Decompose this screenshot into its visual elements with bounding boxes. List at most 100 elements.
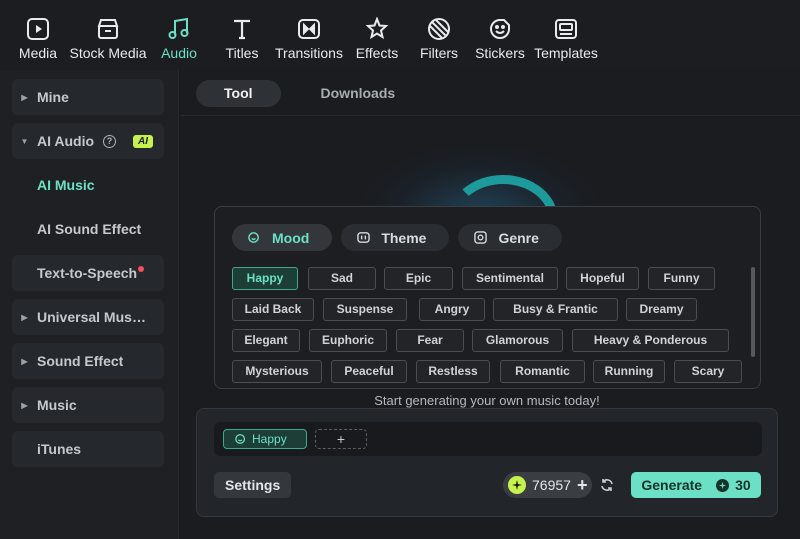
category-label: Mood	[272, 229, 310, 246]
sidebar-item-label: iTunes	[37, 441, 82, 457]
category-genre[interactable]: Genre	[458, 224, 562, 251]
toolbar-transitions-label: Transitions	[275, 45, 343, 61]
toolbar-audio-label: Audio	[161, 45, 197, 61]
toolbar-templates[interactable]: Templates	[530, 0, 602, 70]
chevron-right-icon: ▶	[21, 400, 28, 410]
sidebar-item-music[interactable]: ▶ Music	[12, 387, 164, 423]
toolbar-media-label: Media	[18, 45, 58, 61]
chevron-down-icon: ▼	[20, 136, 29, 146]
sidebar-item-label: AI Sound Effect	[37, 221, 142, 237]
sidebar-item-itunes[interactable]: iTunes	[12, 431, 164, 467]
text-t-icon	[234, 19, 250, 40]
tab-tool[interactable]: Tool	[196, 80, 281, 107]
add-credits-icon[interactable]: +	[577, 475, 588, 496]
tag-sad[interactable]: Sad	[308, 267, 376, 290]
tag-euphoric[interactable]: Euphoric	[309, 329, 387, 352]
tag-elegant[interactable]: Elegant	[232, 329, 300, 352]
credit-coin-icon	[508, 476, 526, 494]
selected-tags-input[interactable]: Happy +	[214, 422, 762, 456]
chevron-right-icon: ▶	[21, 92, 28, 102]
tag-running[interactable]: Running	[593, 360, 665, 383]
tag-sentimental[interactable]: Sentimental	[462, 267, 558, 290]
toolbar-titles[interactable]: Titles	[212, 0, 272, 70]
credit-coin-icon	[716, 478, 730, 492]
settings-button[interactable]: Settings	[214, 472, 292, 498]
theme-icon	[357, 232, 371, 243]
sidebar-item-universal-music[interactable]: ▶ Universal Musi...	[12, 299, 164, 335]
category-label: Genre	[498, 229, 539, 246]
music-note-icon	[168, 17, 189, 39]
sidebar-item-label: Text-to-Speech	[37, 265, 138, 281]
tab-divider	[180, 115, 800, 116]
tag-mysterious[interactable]: Mysterious	[232, 360, 322, 383]
toolbar-stock-media-label: Stock Media	[69, 45, 147, 61]
tag-suspense[interactable]: Suspense	[323, 298, 407, 321]
tag-hopeful[interactable]: Hopeful	[566, 267, 639, 290]
generate-cost: 30	[735, 477, 751, 493]
toolbar-filters-label: Filters	[419, 45, 459, 61]
prompt-message: Start generating your own music today!	[374, 393, 600, 408]
toolbar-stickers[interactable]: Stickers	[470, 0, 530, 70]
sidebar-item-ai-music[interactable]: AI Music	[12, 167, 164, 203]
tag-angry[interactable]: Angry	[419, 298, 485, 321]
toolbar-effects[interactable]: Effects	[346, 0, 408, 70]
tag-selector-panel: Mood Theme Genre Happy Sad Epic Sentimen…	[214, 206, 761, 389]
toolbar-transitions[interactable]: Transitions	[272, 0, 346, 70]
sidebar-item-label: Universal Musi...	[37, 309, 147, 325]
sidebar-item-ai-sound-effect[interactable]: AI Sound Effect	[12, 211, 164, 247]
help-icon[interactable]: ?	[103, 134, 117, 148]
sidebar-item-sound-effect[interactable]: ▶ Sound Effect	[12, 343, 164, 379]
credit-balance: 76957	[532, 477, 571, 493]
tag-glamorous[interactable]: Glamorous	[472, 329, 563, 352]
sidebar-item-label: Mine	[37, 89, 69, 105]
refresh-icon[interactable]	[600, 478, 614, 492]
notification-dot	[138, 266, 144, 272]
sidebar-item-label: Sound Effect	[37, 353, 124, 369]
selected-tag-chip[interactable]: Happy	[223, 429, 307, 449]
category-mood[interactable]: Mood	[232, 224, 333, 251]
sidebar-item-text-to-speech[interactable]: Text-to-Speech	[12, 255, 164, 291]
tag-epic[interactable]: Epic	[384, 267, 453, 290]
credits-display: 76957 +	[503, 472, 592, 498]
audio-sidebar: ▶ Mine ▼ AI Audio ? AI AI Music AI Sound…	[0, 70, 179, 539]
toolbar-templates-label: Templates	[534, 45, 598, 61]
toolbar-titles-label: Titles	[225, 45, 259, 61]
media-icon	[27, 18, 49, 40]
toolbar-effects-label: Effects	[355, 45, 399, 61]
toolbar-stock-media[interactable]: Stock Media	[69, 0, 147, 70]
tag-laid-back[interactable]: Laid Back	[232, 298, 314, 321]
top-toolbar: Media Stock Media Audio Titles Transitio…	[0, 0, 800, 70]
generate-button[interactable]: Generate 30	[631, 472, 761, 498]
tag-panel-scrollbar[interactable]	[751, 267, 755, 357]
sidebar-item-label: AI Music	[37, 177, 95, 193]
toolbar-media[interactable]: Media	[6, 0, 70, 70]
category-label: Theme	[381, 229, 427, 246]
tag-heavy-ponderous[interactable]: Heavy & Ponderous	[572, 329, 729, 352]
tag-restless[interactable]: Restless	[416, 360, 490, 383]
sticker-icon	[490, 19, 510, 39]
category-theme[interactable]: Theme	[341, 224, 450, 251]
tag-happy[interactable]: Happy	[232, 267, 298, 290]
tag-dreamy[interactable]: Dreamy	[626, 298, 697, 321]
generate-label: Generate	[641, 477, 703, 493]
tab-downloads[interactable]: Downloads	[293, 80, 424, 107]
add-tag-button[interactable]: +	[315, 429, 367, 449]
tag-busy-frantic[interactable]: Busy & Frantic	[493, 298, 618, 321]
sidebar-item-ai-audio[interactable]: ▼ AI Audio ? AI	[12, 123, 164, 159]
tag-funny[interactable]: Funny	[648, 267, 715, 290]
effects-star-icon	[365, 17, 389, 40]
toolbar-filters[interactable]: Filters	[408, 0, 470, 70]
tag-peaceful[interactable]: Peaceful	[331, 360, 407, 383]
toolbar-audio[interactable]: Audio	[146, 0, 212, 70]
genre-icon	[474, 231, 488, 244]
main-tabs: Tool Downloads	[196, 80, 423, 107]
mood-icon	[248, 232, 259, 243]
templates-icon	[555, 19, 577, 39]
stock-media-icon	[97, 19, 119, 39]
ai-badge: AI	[133, 134, 154, 148]
sidebar-item-mine[interactable]: ▶ Mine	[12, 79, 164, 115]
tag-romantic[interactable]: Romantic	[500, 360, 585, 383]
tag-fear[interactable]: Fear	[396, 329, 464, 352]
tag-scary[interactable]: Scary	[674, 360, 742, 383]
filters-icon	[428, 18, 450, 40]
